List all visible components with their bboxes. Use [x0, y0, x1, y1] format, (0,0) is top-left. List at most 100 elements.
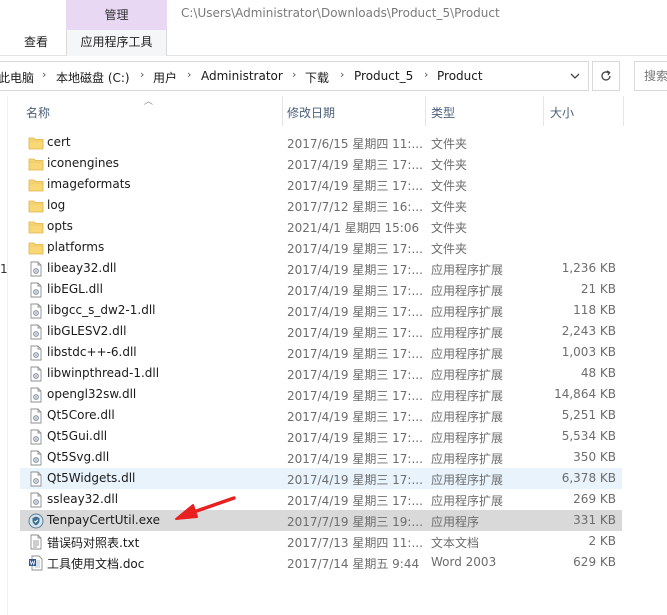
file-modified-date: 2017/4/19 星期三 17:... — [287, 263, 423, 277]
file-size: 269 KB — [573, 492, 616, 506]
manage-tab[interactable]: 管理 — [66, 0, 167, 30]
file-size: 350 KB — [573, 450, 616, 464]
file-modified-date: 2017/4/19 星期三 17:... — [287, 368, 423, 382]
breadcrumb-separator-icon[interactable]: › — [187, 68, 191, 81]
file-row-log[interactable]: log 2017/7/12 星期三 16:... 文件夹 — [20, 195, 622, 216]
application-tools-tab[interactable]: 应用程序工具 — [66, 30, 167, 56]
chevron-down-icon[interactable] — [569, 70, 581, 82]
file-row-cert[interactable]: cert 2017/6/15 星期四 11:... 文件夹 — [20, 132, 622, 153]
file-name: libeay32.dll — [47, 261, 117, 275]
breadcrumb-local-disk[interactable]: 本地磁盘 (C:) — [56, 69, 130, 86]
file-modified-date: 2017/4/19 星期三 17:... — [287, 410, 423, 424]
file-name: libwinpthread-1.dll — [47, 366, 160, 380]
file-row-ssleay32-dll[interactable]: ssleay32.dll 2017/4/19 星期三 17:... 应用程序扩展 26… — [20, 489, 622, 510]
file-modified-date: 2017/7/13 星期四 11:... — [287, 536, 423, 550]
file-type: 应用程序扩展 — [431, 494, 504, 508]
breadcrumb-users[interactable]: 用户 — [153, 69, 177, 86]
file-modified-date: 2021/4/1 星期四 15:06 — [287, 221, 420, 235]
folder-icon — [28, 156, 44, 172]
folder-icon — [28, 240, 44, 256]
file-name: 错误码对照表.txt — [47, 536, 140, 550]
column-header-size[interactable]: 大小 — [550, 104, 574, 121]
file-size: 118 KB — [573, 303, 616, 317]
address-bar[interactable]: 此电脑 › 本地磁盘 (C:) › 用户 › Administrator › 下… — [0, 61, 589, 91]
column-divider[interactable] — [543, 96, 544, 126]
file-row-imageformats[interactable]: imageformats 2017/4/19 星期三 17:... 文件夹 — [20, 174, 622, 195]
file-name: libgcc_s_dw2-1.dll — [47, 303, 156, 317]
breadcrumb-separator-icon[interactable]: › — [340, 68, 344, 81]
file-row-txt[interactable]: 错误码对照表.txt 2017/7/13 星期四 11:... 文本文档 2 KB — [20, 531, 622, 552]
file-name: iconengines — [47, 156, 120, 170]
file-row-qt5core-dll[interactable]: Qt5Core.dll 2017/4/19 星期三 17:... 应用程序扩展 5,2… — [20, 405, 622, 426]
file-type: 应用程序扩展 — [431, 284, 504, 298]
navigation-pane[interactable] — [0, 96, 8, 615]
breadcrumb-product[interactable]: Product — [437, 69, 483, 83]
file-name: ssleay32.dll — [47, 492, 119, 506]
file-size: 48 KB — [580, 366, 616, 380]
file-name: opengl32sw.dll — [47, 387, 137, 401]
column-header-name[interactable]: 名称 — [26, 104, 50, 121]
file-modified-date: 2017/4/19 星期三 17:... — [287, 431, 423, 445]
file-row-libglesv2-dll[interactable]: libGLESV2.dll 2017/4/19 星期三 17:... 应用程序扩展 2… — [20, 321, 622, 342]
file-row-libgcc-s-dw2-1-dll[interactable]: libgcc_s_dw2-1.dll 2017/4/19 星期三 17:... 应用… — [20, 300, 622, 321]
dll-icon — [28, 366, 44, 382]
file-row-opts[interactable]: opts 2021/4/1 星期四 15:06 文件夹 — [20, 216, 622, 237]
column-header-type[interactable]: 类型 — [431, 104, 455, 121]
dll-icon — [28, 408, 44, 424]
navigation-pane-label: 1 — [0, 262, 8, 276]
column-divider[interactable] — [623, 96, 624, 126]
breadcrumb-separator-icon[interactable]: › — [140, 68, 144, 81]
file-type: Word 2003 — [431, 555, 497, 569]
folder-icon — [28, 198, 44, 214]
dll-icon — [28, 429, 44, 445]
file-type: 应用程序扩展 — [431, 452, 504, 466]
search-input[interactable]: 搜索 — [634, 61, 667, 91]
folder-icon — [28, 219, 44, 235]
file-type: 应用程序 — [431, 515, 480, 529]
file-type: 文件夹 — [431, 179, 468, 193]
sort-ascending-icon: ︿ — [144, 97, 154, 107]
file-size: 629 KB — [573, 555, 616, 569]
breadcrumb-downloads[interactable]: 下载 — [305, 69, 329, 86]
file-modified-date: 2017/4/19 星期三 17:... — [287, 242, 423, 256]
file-row-qt5gui-dll[interactable]: Qt5Gui.dll 2017/4/19 星期三 17:... 应用程序扩展 5,53… — [20, 426, 622, 447]
breadcrumb-product-5[interactable]: Product_5 — [354, 69, 413, 83]
file-row-qt5widgets-dll[interactable]: Qt5Widgets.dll 2017/4/19 星期三 17:... 应用程序扩展… — [20, 468, 622, 489]
file-row-libegl-dll[interactable]: libEGL.dll 2017/4/19 星期三 17:... 应用程序扩展 21 K… — [20, 279, 622, 300]
file-modified-date: 2017/4/19 星期三 17:... — [287, 473, 423, 487]
file-row-libstdc-6-dll[interactable]: libstdc++-6.dll 2017/4/19 星期三 17:... 应用程序扩… — [20, 342, 622, 363]
refresh-button[interactable] — [592, 61, 620, 91]
breadcrumb-this-pc[interactable]: 此电脑 — [0, 69, 34, 86]
file-modified-date: 2017/4/19 星期三 17:... — [287, 284, 423, 298]
file-row-libeay32-dll[interactable]: libeay32.dll 2017/4/19 星期三 17:... 应用程序扩展 1,… — [20, 258, 622, 279]
dll-icon — [28, 261, 44, 277]
breadcrumb-separator-icon[interactable]: › — [42, 68, 46, 81]
file-row-platforms[interactable]: platforms 2017/4/19 星期三 17:... 文件夹 — [20, 237, 622, 258]
file-row-opengl32sw-dll[interactable]: opengl32sw.dll 2017/4/19 星期三 17:... 应用程序扩展… — [20, 384, 622, 405]
file-row-qt5svg-dll[interactable]: Qt5Svg.dll 2017/4/19 星期三 17:... 应用程序扩展 350 … — [20, 447, 622, 468]
file-modified-date: 2017/7/19 星期三 19:... — [287, 515, 423, 529]
refresh-icon — [601, 70, 611, 81]
dll-icon — [28, 387, 44, 403]
file-modified-date: 2017/4/19 星期三 17:... — [287, 179, 423, 193]
breadcrumb-administrator[interactable]: Administrator — [201, 69, 283, 83]
file-type: 应用程序扩展 — [431, 326, 504, 340]
file-modified-date: 2017/4/19 星期三 17:... — [287, 305, 423, 319]
view-tab[interactable]: 查看 — [24, 30, 48, 54]
file-row-tenpaycertutil-exe[interactable]: TenpayCertUtil.exe 2017/7/19 星期三 19:... 应用… — [20, 510, 622, 531]
file-row-doc[interactable]: 工具使用文档.doc 2017/7/14 星期五 9:44 Word 2003 629… — [20, 552, 622, 573]
column-header-date[interactable]: 修改日期 — [287, 104, 335, 121]
file-type: 文件夹 — [431, 137, 468, 151]
file-row-libwinpthread-1-dll[interactable]: libwinpthread-1.dll 2017/4/19 星期三 17:... 应… — [20, 363, 622, 384]
file-name: libGLESV2.dll — [47, 324, 127, 338]
window-title-path: C:\Users\Administrator\Downloads\Product… — [181, 6, 500, 20]
file-type: 应用程序扩展 — [431, 389, 504, 403]
file-type: 应用程序扩展 — [431, 347, 504, 361]
breadcrumb-separator-icon[interactable]: › — [424, 68, 428, 81]
file-row-iconengines[interactable]: iconengines 2017/4/19 星期三 17:... 文件夹 — [20, 153, 622, 174]
breadcrumb-separator-icon[interactable]: › — [292, 68, 296, 81]
column-divider[interactable] — [425, 96, 426, 126]
address-row: 此电脑 › 本地磁盘 (C:) › 用户 › Administrator › 下… — [0, 61, 667, 91]
file-size: 5,534 KB — [561, 429, 616, 443]
column-divider[interactable] — [282, 96, 283, 126]
